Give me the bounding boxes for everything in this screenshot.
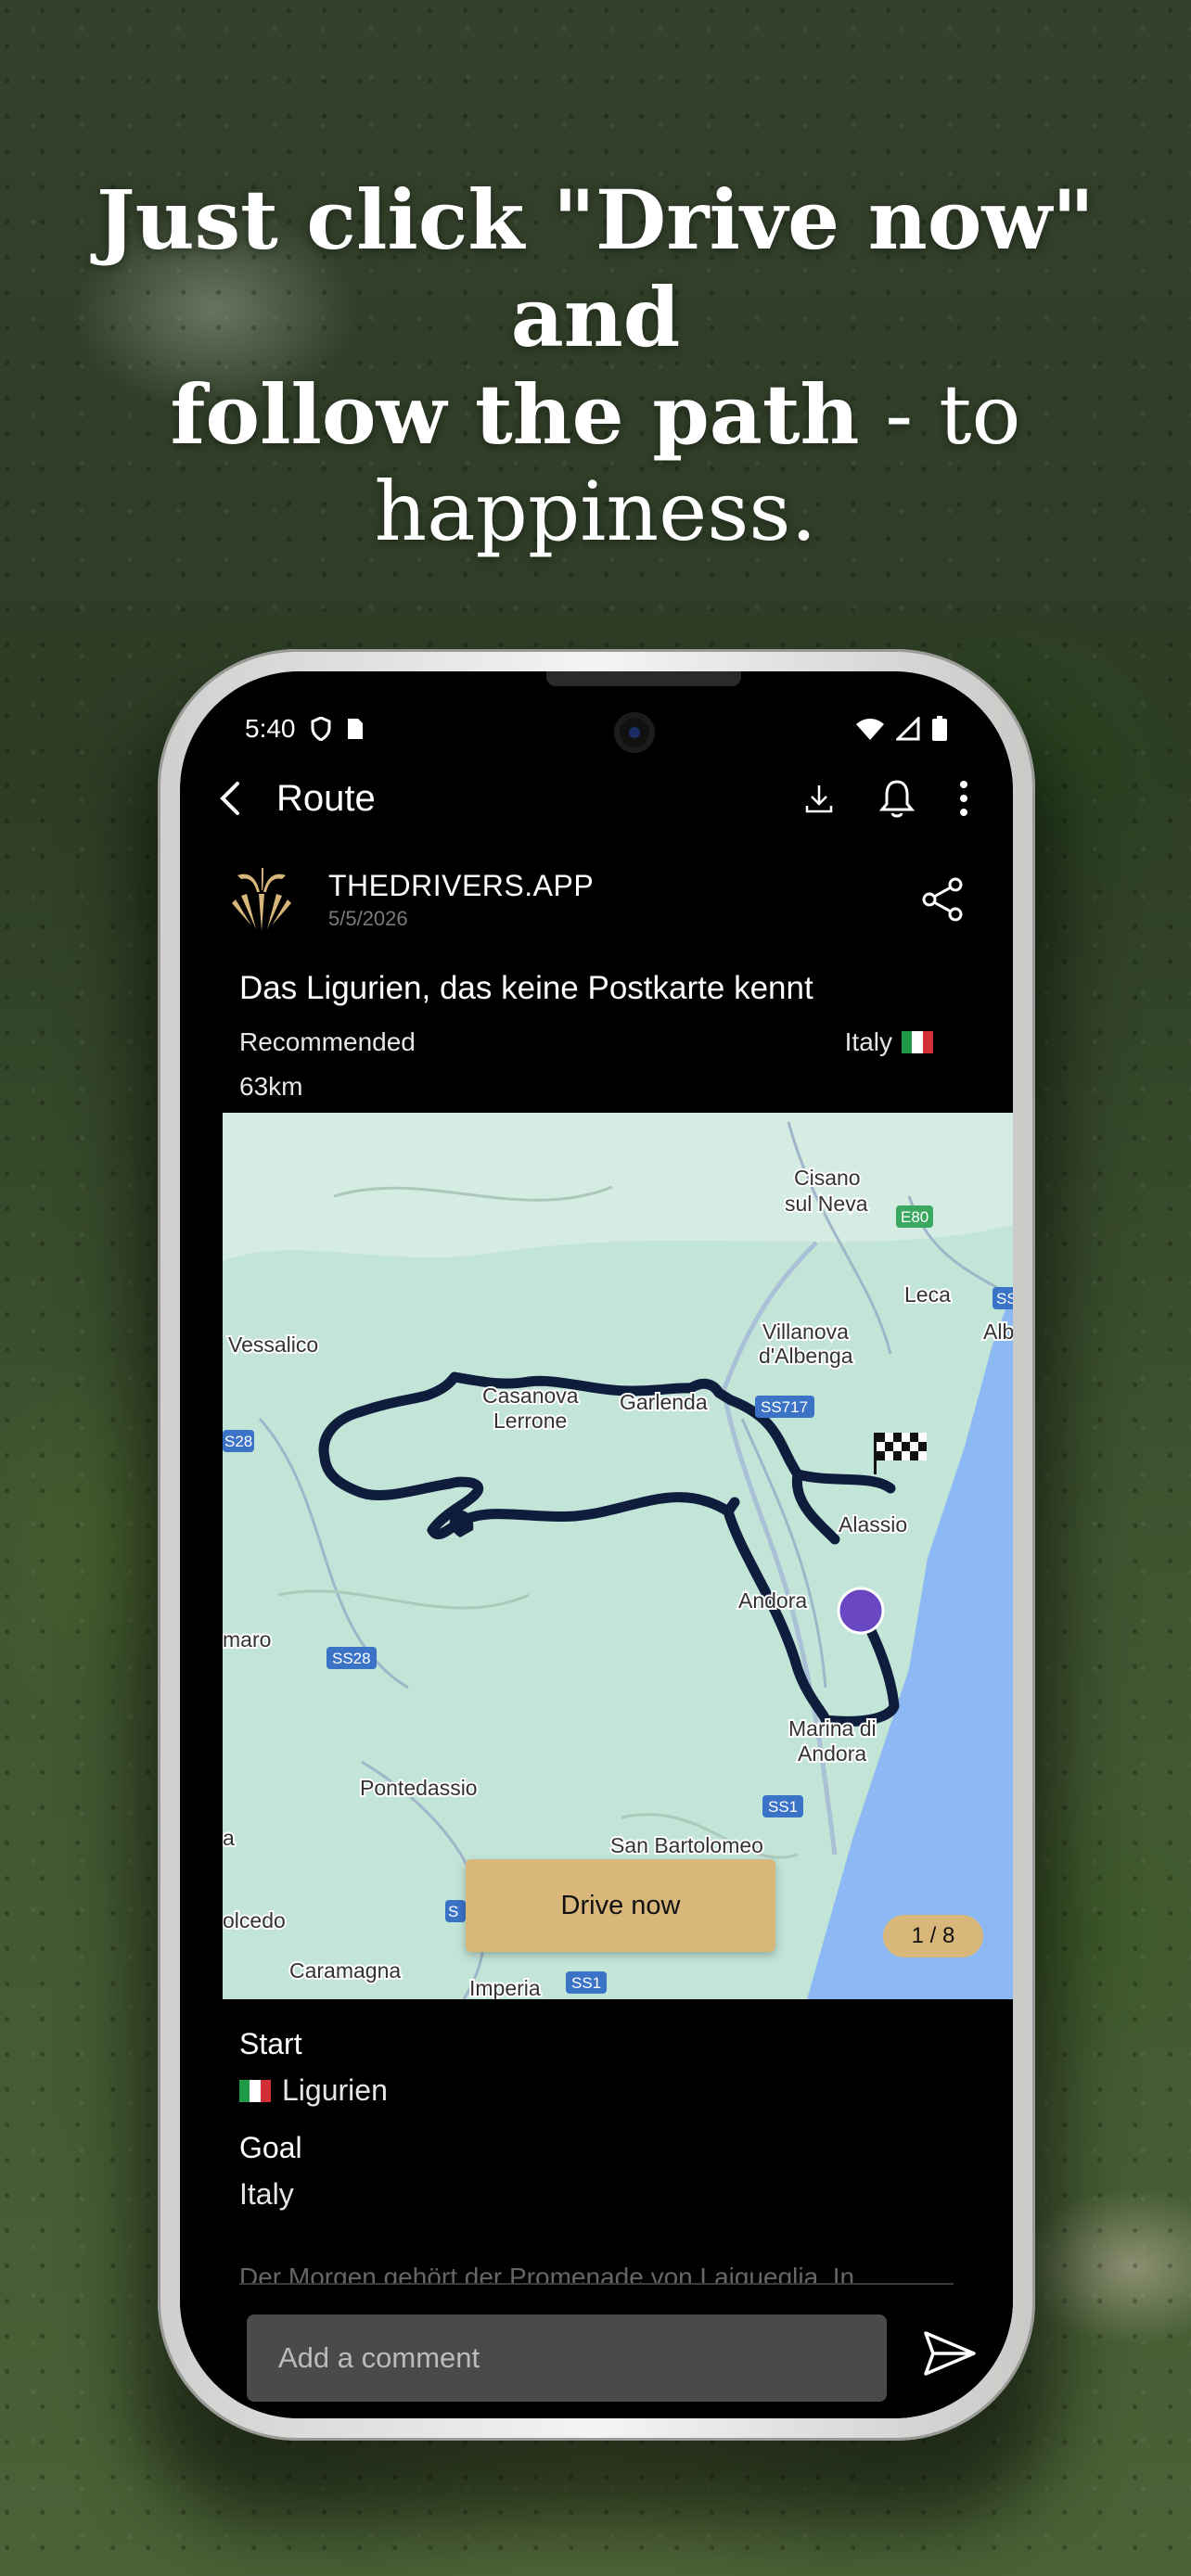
map-label-alassio: Alassio: [839, 1512, 907, 1537]
map-label-andora-2: Andora: [798, 1741, 866, 1766]
map-label-olcedo: olcedo: [223, 1908, 286, 1932]
description-preview: Der Morgen gehört der Promenade von Laig…: [239, 2263, 855, 2283]
headline-line-3: happiness.: [374, 464, 817, 559]
headline: Just click "Drive now" and follow the pa…: [56, 172, 1135, 560]
map-label-marina: Marina di: [788, 1716, 877, 1741]
goal-label: Goal: [239, 2131, 302, 2164]
phone-frame: 5:40 Route THEDRIVERS.APP 5/5/2026 Das L…: [158, 649, 1035, 2441]
map-label-sul-neva: sul Neva: [785, 1192, 868, 1216]
map-label-garlenda: Garlenda: [620, 1390, 708, 1414]
map-label-a: a: [223, 1826, 235, 1850]
divider: [239, 2283, 954, 2285]
road-badge-s28: S28: [224, 1433, 252, 1450]
back-arrow-icon[interactable]: [217, 780, 245, 817]
road-badge-ss717: SS717: [761, 1398, 808, 1416]
wifi-icon: [856, 719, 884, 740]
route-title: Das Ligurien, das keine Postkarte kennt: [239, 970, 813, 1006]
map-label-caramagna: Caramagna: [289, 1958, 401, 1983]
map-label-cisano: Cisano: [794, 1166, 861, 1190]
map-label-albenga: d'Albenga: [759, 1344, 853, 1368]
more-vert-icon[interactable]: [959, 780, 968, 817]
speaker-notch: [546, 671, 741, 686]
map-label-casanova: Casanova: [482, 1384, 579, 1408]
author-row: THEDRIVERS.APP 5/5/2026: [228, 862, 965, 937]
map-label-maro: maro: [223, 1627, 271, 1651]
map-label-andora: Andora: [738, 1588, 807, 1613]
map-label-pontedassio: Pontedassio: [360, 1776, 478, 1800]
status-time: 5:40: [245, 714, 296, 743]
app-bar: Route: [217, 764, 976, 833]
map-label-vessalico: Vessalico: [228, 1333, 318, 1357]
map-label-imperia: Imperia: [469, 1976, 541, 1999]
start-label: Start: [239, 2027, 302, 2060]
share-icon[interactable]: [920, 875, 965, 924]
map-page-counter[interactable]: 1 / 8: [883, 1915, 983, 1958]
sim-card-icon: [347, 719, 363, 739]
author-name[interactable]: THEDRIVERS.APP: [328, 869, 594, 903]
map-label-leca: Leca: [904, 1282, 951, 1307]
comment-input[interactable]: Add a comment: [247, 2315, 887, 2402]
map-label-villanova: Villanova: [762, 1320, 849, 1344]
road-badge-ss28: SS28: [332, 1650, 371, 1667]
route-country: Italy: [845, 1027, 933, 1057]
map-label-alb: Alb: [983, 1320, 1013, 1344]
road-badge-s: S: [448, 1903, 458, 1920]
comment-bar: Add a comment: [180, 2296, 1013, 2418]
recommended-tag: Recommended: [239, 1027, 416, 1056]
signal-icon: [896, 717, 920, 741]
route-country-label: Italy: [844, 1027, 892, 1056]
start-value: Ligurien: [239, 2073, 388, 2108]
app-bar-title: Route: [276, 777, 376, 819]
headline-line-1: Just click "Drive now" and: [96, 172, 1095, 365]
headline-line-2-thin: - to: [859, 367, 1021, 463]
send-icon[interactable]: [922, 2329, 978, 2378]
battery-icon: [932, 716, 947, 741]
bell-icon[interactable]: [879, 778, 915, 819]
road-badge-ss1-mid: SS1: [768, 1798, 798, 1816]
drive-now-button[interactable]: Drive now: [466, 1859, 775, 1952]
goal-value: Italy: [239, 2177, 294, 2211]
start-value-text: Ligurien: [282, 2073, 388, 2107]
current-position-marker: [837, 1587, 885, 1635]
map-label-lerrone: Lerrone: [493, 1409, 567, 1433]
shield-icon: [311, 717, 330, 741]
road-badge-ss1-bottom: SS1: [571, 1974, 601, 1992]
status-bar: 5:40: [245, 708, 948, 749]
route-map[interactable]: Cisano sul Neva Leca Vessalico Villanova…: [223, 1113, 1013, 1999]
thedrivers-logo-icon[interactable]: [228, 866, 295, 933]
italy-flag-icon: [902, 1031, 933, 1053]
map-label-san-bartolomeo: San Bartolomeo: [610, 1833, 763, 1857]
headline-line-2-bold: follow the path: [170, 366, 860, 463]
phone-screen: 5:40 Route THEDRIVERS.APP 5/5/2026 Das L…: [180, 671, 1013, 2418]
route-distance: 63km: [239, 1072, 303, 1101]
post-date: 5/5/2026: [328, 906, 408, 930]
road-badge-e80: E80: [901, 1208, 928, 1226]
download-icon[interactable]: [803, 782, 835, 815]
italy-flag-icon: [239, 2079, 271, 2102]
road-badge-ss-top: SS: [996, 1290, 1013, 1307]
